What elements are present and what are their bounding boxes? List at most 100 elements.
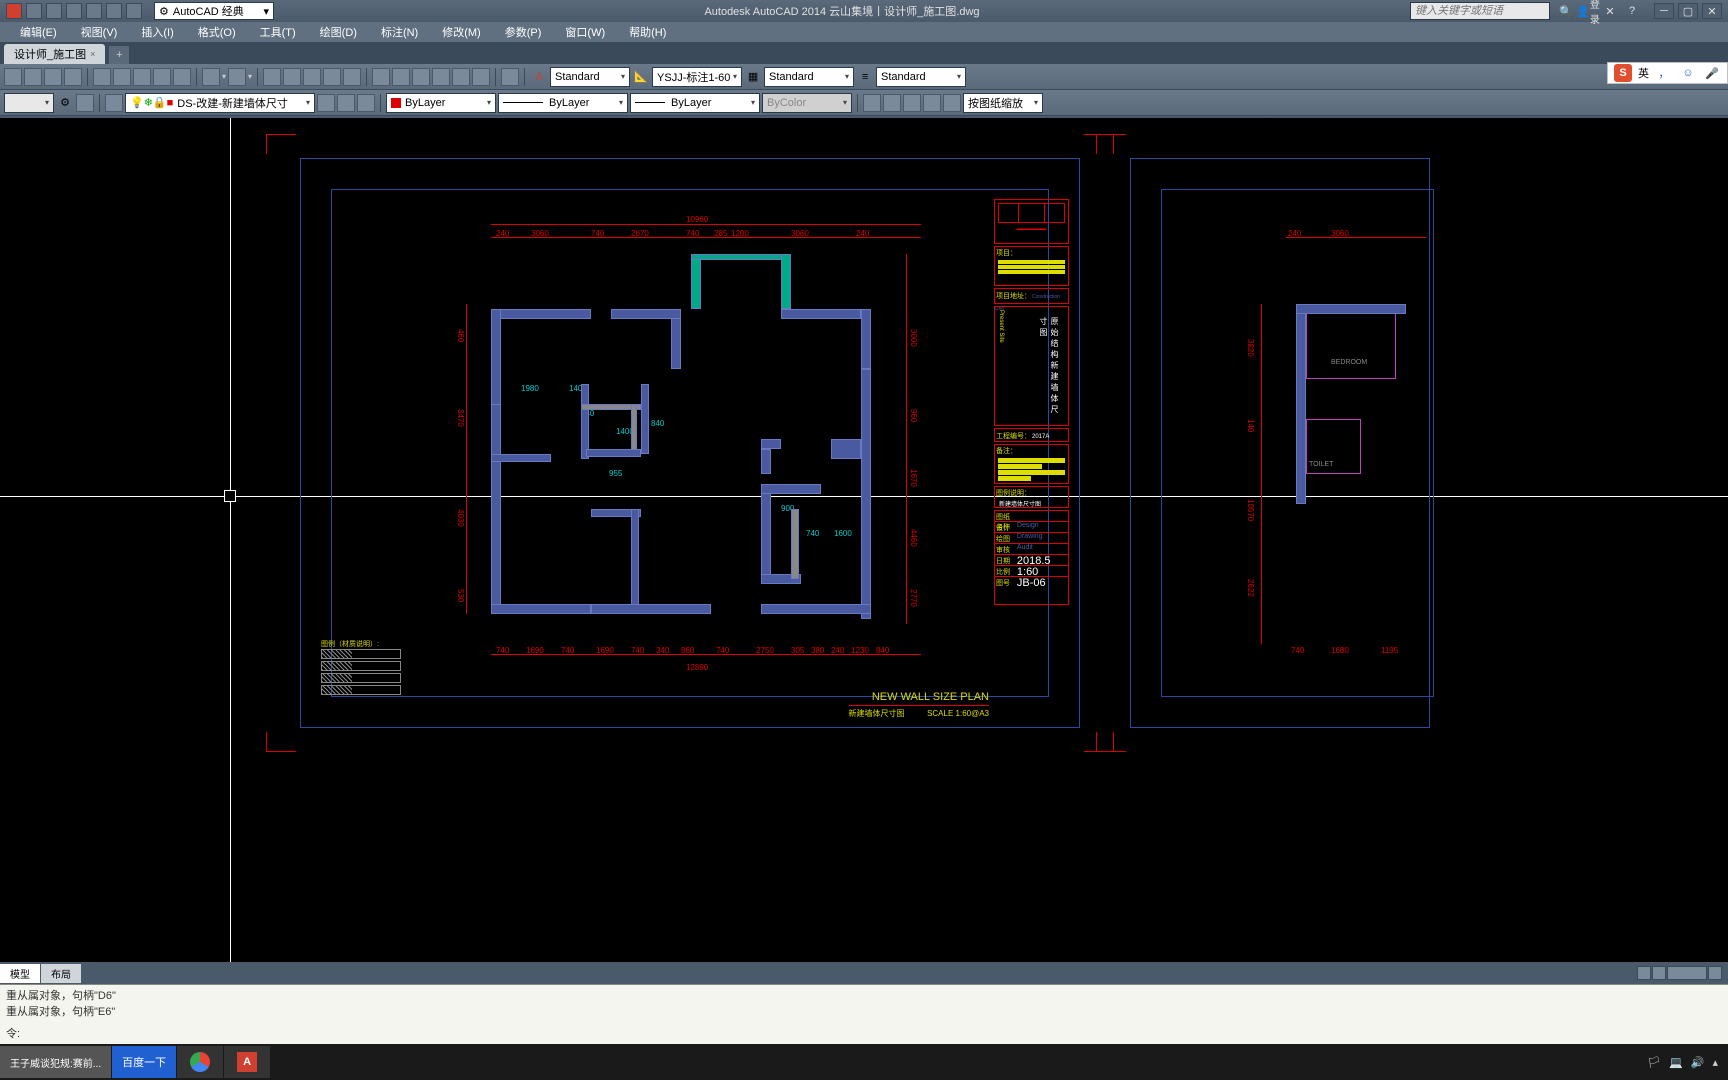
linetype-dropdown[interactable]: ByLayer	[498, 93, 628, 113]
zoom-all-icon[interactable]	[343, 68, 361, 86]
taskbar-autocad-icon[interactable]: A	[224, 1046, 270, 1078]
maximize-button[interactable]: ▢	[1678, 3, 1698, 19]
zoom-out-icon[interactable]	[323, 68, 341, 86]
new-tab-button[interactable]: +	[109, 46, 129, 64]
menu-window[interactable]: 窗口(W)	[553, 22, 617, 42]
help2-icon[interactable]	[501, 68, 519, 86]
tablestyle-dropdown[interactable]: Standard	[764, 67, 854, 87]
menu-format[interactable]: 格式(O)	[186, 22, 248, 42]
redo2-icon[interactable]	[228, 68, 246, 86]
new-icon[interactable]	[26, 3, 42, 19]
vp-icon4[interactable]	[923, 94, 941, 112]
help-search-input[interactable]	[1410, 2, 1550, 20]
app-menu-icon[interactable]	[6, 3, 22, 19]
scroll-end-icon[interactable]	[1708, 966, 1722, 980]
close-button[interactable]: ✕	[1702, 3, 1722, 19]
layer-manager-icon[interactable]	[76, 94, 94, 112]
tray-network-icon[interactable]: 💻	[1669, 1056, 1683, 1069]
redo-icon[interactable]	[126, 3, 142, 19]
command-prompt[interactable]: 令:	[6, 1025, 1722, 1041]
ime-punct-icon[interactable]: ，	[1655, 64, 1673, 82]
menu-view[interactable]: 视图(V)	[69, 22, 130, 42]
plotstyle-dropdown[interactable]: ByColor	[762, 93, 852, 113]
zoom-extents-icon[interactable]	[24, 68, 42, 86]
markup-icon[interactable]	[452, 68, 470, 86]
drawing-area[interactable]: 10960 240 3060 740 2670 740 285 1200 306…	[0, 118, 1728, 962]
menu-draw[interactable]: 绘图(D)	[308, 22, 369, 42]
dimstyle-icon[interactable]: 📐	[632, 68, 650, 86]
mlstyle-icon[interactable]: ≡	[856, 68, 874, 86]
taskbar-chrome-icon[interactable]	[177, 1046, 223, 1078]
exchange-icon[interactable]: ✕	[1602, 3, 1618, 19]
workspace-selector[interactable]: AutoCAD 经典▾	[154, 2, 274, 20]
model-tab[interactable]: 模型	[0, 964, 40, 983]
document-tab-active[interactable]: 设计师_施工图 ×	[4, 44, 105, 64]
tray-volume-icon[interactable]: 🔊	[1691, 1056, 1705, 1069]
zoom-window-icon[interactable]	[4, 68, 22, 86]
minimize-button[interactable]: ─	[1654, 3, 1674, 19]
zoom-in-icon[interactable]	[303, 68, 321, 86]
vp-icon1[interactable]	[863, 94, 881, 112]
vp-icon2[interactable]	[883, 94, 901, 112]
layer-freeze-icon[interactable]	[357, 94, 375, 112]
ime-emoji-icon[interactable]: ☺	[1679, 64, 1697, 82]
login-button[interactable]: 👤登录	[1580, 3, 1596, 19]
layer-dropdown[interactable]: 💡❄🔒■ DS-改建-新建墙体尺寸	[125, 93, 315, 113]
command-window[interactable]: 重从属对象，句柄"D6" 重从属对象，句柄"E6" 令:	[0, 984, 1728, 1044]
close-tab-icon[interactable]: ×	[90, 49, 95, 59]
help-icon[interactable]: ?	[1624, 3, 1640, 19]
layer-iso-icon[interactable]	[337, 94, 355, 112]
scroll-thumb[interactable]	[1667, 966, 1707, 980]
scroll-left-icon[interactable]	[1637, 966, 1651, 980]
vp-icon5[interactable]	[943, 94, 961, 112]
system-tray[interactable]: 🏳 💻 🔊 ▴	[1637, 1056, 1728, 1069]
hand-icon[interactable]	[263, 68, 281, 86]
menu-help[interactable]: 帮助(H)	[617, 22, 678, 42]
layer-prev-icon[interactable]	[105, 94, 123, 112]
pan-icon[interactable]	[64, 68, 82, 86]
calc-icon[interactable]	[472, 68, 490, 86]
copy-icon[interactable]	[113, 68, 131, 86]
ime-mic-icon[interactable]: 🎤	[1703, 64, 1721, 82]
menu-dimension[interactable]: 标注(N)	[369, 22, 430, 42]
tablestyle-icon[interactable]: ▦	[744, 68, 762, 86]
cut-icon[interactable]	[93, 68, 111, 86]
layer-states-icon[interactable]	[317, 94, 335, 112]
sheet-icon[interactable]	[432, 68, 450, 86]
taskbar-news[interactable]: 王子威谈犯规:赛前...	[0, 1046, 111, 1078]
quick-dd[interactable]	[4, 93, 54, 113]
printscale-dropdown[interactable]: 按图纸缩放	[963, 93, 1043, 113]
gear-icon[interactable]: ⚙	[56, 94, 74, 112]
dcenter-icon[interactable]	[392, 68, 410, 86]
tpalette-icon[interactable]	[412, 68, 430, 86]
scroll-right-icon[interactable]	[1652, 966, 1666, 980]
sogou-icon[interactable]: S	[1614, 64, 1632, 82]
search-icon[interactable]: 🔍	[1558, 3, 1574, 19]
paste-icon[interactable]	[133, 68, 151, 86]
menu-parametric[interactable]: 参数(P)	[493, 22, 554, 42]
textstyle-dropdown[interactable]: Standard	[550, 67, 630, 87]
tray-arrow-icon[interactable]: ▴	[1712, 1056, 1718, 1069]
taskbar-baidu[interactable]: 百度一下	[112, 1046, 176, 1078]
lineweight-dropdown[interactable]: ByLayer	[630, 93, 760, 113]
menu-tools[interactable]: 工具(T)	[248, 22, 308, 42]
mlstyle-dropdown[interactable]: Standard	[876, 67, 966, 87]
layout-tab[interactable]: 布局	[41, 964, 81, 983]
zoom-previous-icon[interactable]	[44, 68, 62, 86]
match-prop-icon[interactable]	[153, 68, 171, 86]
tray-flag-icon[interactable]: 🏳	[1647, 1056, 1661, 1069]
zoom-rt-icon[interactable]	[283, 68, 301, 86]
props-icon[interactable]	[372, 68, 390, 86]
print-icon[interactable]	[86, 3, 102, 19]
menu-modify[interactable]: 修改(M)	[430, 22, 493, 42]
undo-icon[interactable]	[106, 3, 122, 19]
vp-icon3[interactable]	[903, 94, 921, 112]
open-icon[interactable]	[46, 3, 62, 19]
textstyle-icon[interactable]: A	[530, 68, 548, 86]
menu-edit[interactable]: 编辑(E)	[8, 22, 69, 42]
dimstyle-dropdown[interactable]: YSJJ-标注1-60	[652, 67, 742, 87]
block-icon[interactable]	[173, 68, 191, 86]
save-icon[interactable]	[66, 3, 82, 19]
ime-indicator[interactable]: S 英 ， ☺ 🎤	[1607, 62, 1728, 84]
menu-insert[interactable]: 插入(I)	[129, 22, 185, 42]
